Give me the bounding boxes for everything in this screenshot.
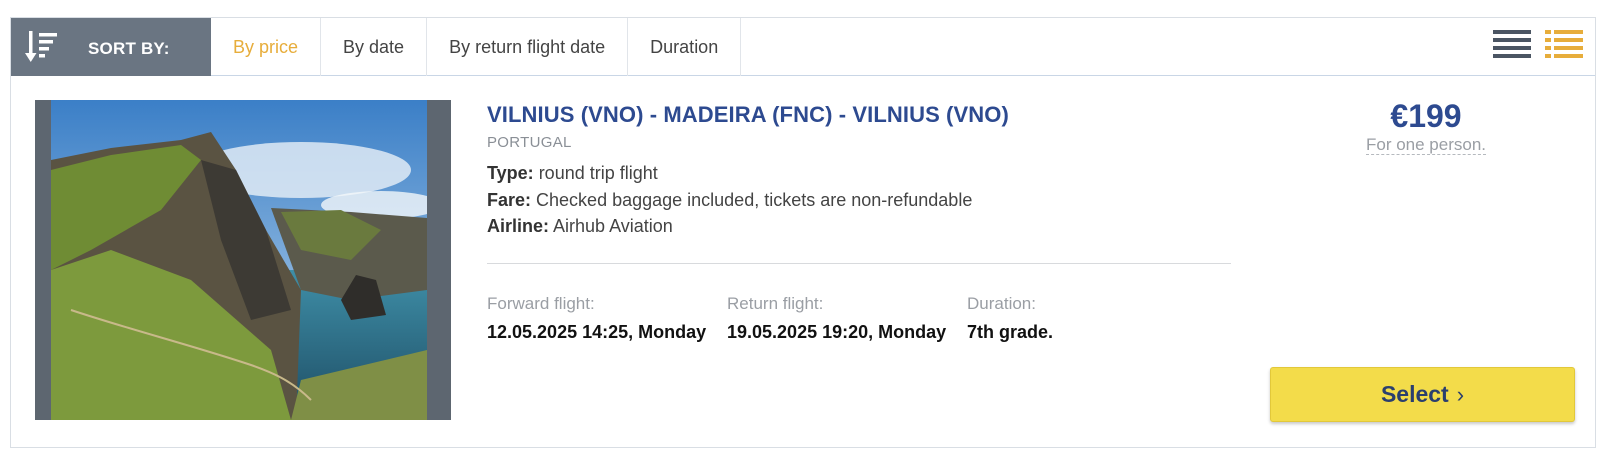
airline-value: Airhub Aviation: [553, 216, 673, 236]
destination-photo[interactable]: [35, 100, 451, 420]
price-note[interactable]: For one person.: [1331, 135, 1521, 155]
airline-label: Airline:: [487, 216, 550, 236]
sort-tabs: By price By date By return flight date D…: [211, 18, 742, 76]
destination-country: PORTUGAL: [487, 134, 572, 151]
duration-label: Duration:: [967, 294, 1036, 313]
search-results-panel: SORT BY: By price By date By return flig…: [10, 17, 1596, 448]
duration-value: 7th grade.: [967, 322, 1054, 342]
sort-by-duration-tab[interactable]: Duration: [628, 18, 742, 76]
sort-by-return-date-tab[interactable]: By return flight date: [427, 18, 629, 76]
sort-by-date-tab[interactable]: By date: [321, 18, 428, 76]
detailed-list-view-icon[interactable]: [1545, 28, 1583, 60]
return-flight-value: 19.05.2025 19:20, Monday: [727, 322, 947, 342]
price-note-text[interactable]: For one person.: [1365, 135, 1486, 155]
flight-route-title[interactable]: VILNIUS (VNO) - MADEIRA (FNC) - VILNIUS …: [487, 102, 1009, 128]
duration-column: Duration: 7th grade.: [967, 294, 1053, 343]
fare-row: Fare: Checked baggage included, tickets …: [487, 190, 972, 211]
list-view-icon[interactable]: [1493, 28, 1531, 60]
flight-type-value: round trip flight: [538, 163, 658, 183]
forward-flight-column: Forward flight: 12.05.2025 14:25, Monday: [487, 294, 706, 343]
return-flight-column: Return flight: 19.05.2025 19:20, Monday: [727, 294, 946, 343]
airline-row: Airline: Airhub Aviation: [487, 216, 673, 237]
fare-label: Fare:: [487, 190, 532, 210]
sort-by-price-tab[interactable]: By price: [211, 18, 322, 76]
chevron-right-icon: ›: [1456, 381, 1465, 407]
flight-type-label: Type:: [487, 163, 534, 183]
forward-flight-value: 12.05.2025 14:25, Monday: [487, 322, 707, 342]
return-flight-label: Return flight:: [727, 294, 824, 313]
forward-flight-label: Forward flight:: [487, 294, 595, 313]
sort-by-label: SORT BY:: [88, 39, 170, 58]
sort-by-label-block: SORT BY:: [11, 18, 211, 76]
details-divider: [487, 263, 1231, 264]
select-button-label: Select: [1380, 381, 1449, 407]
fare-value: Checked baggage included, tickets are no…: [536, 190, 973, 210]
view-mode-toggle: [1493, 28, 1583, 60]
sort-descending-icon: [25, 31, 57, 62]
select-offer-button[interactable]: Select ›: [1270, 367, 1575, 422]
offer-price: €199: [1390, 98, 1462, 134]
flight-type-row: Type: round trip flight: [487, 163, 658, 184]
sort-bar: SORT BY: By price By date By return flig…: [11, 18, 1595, 76]
